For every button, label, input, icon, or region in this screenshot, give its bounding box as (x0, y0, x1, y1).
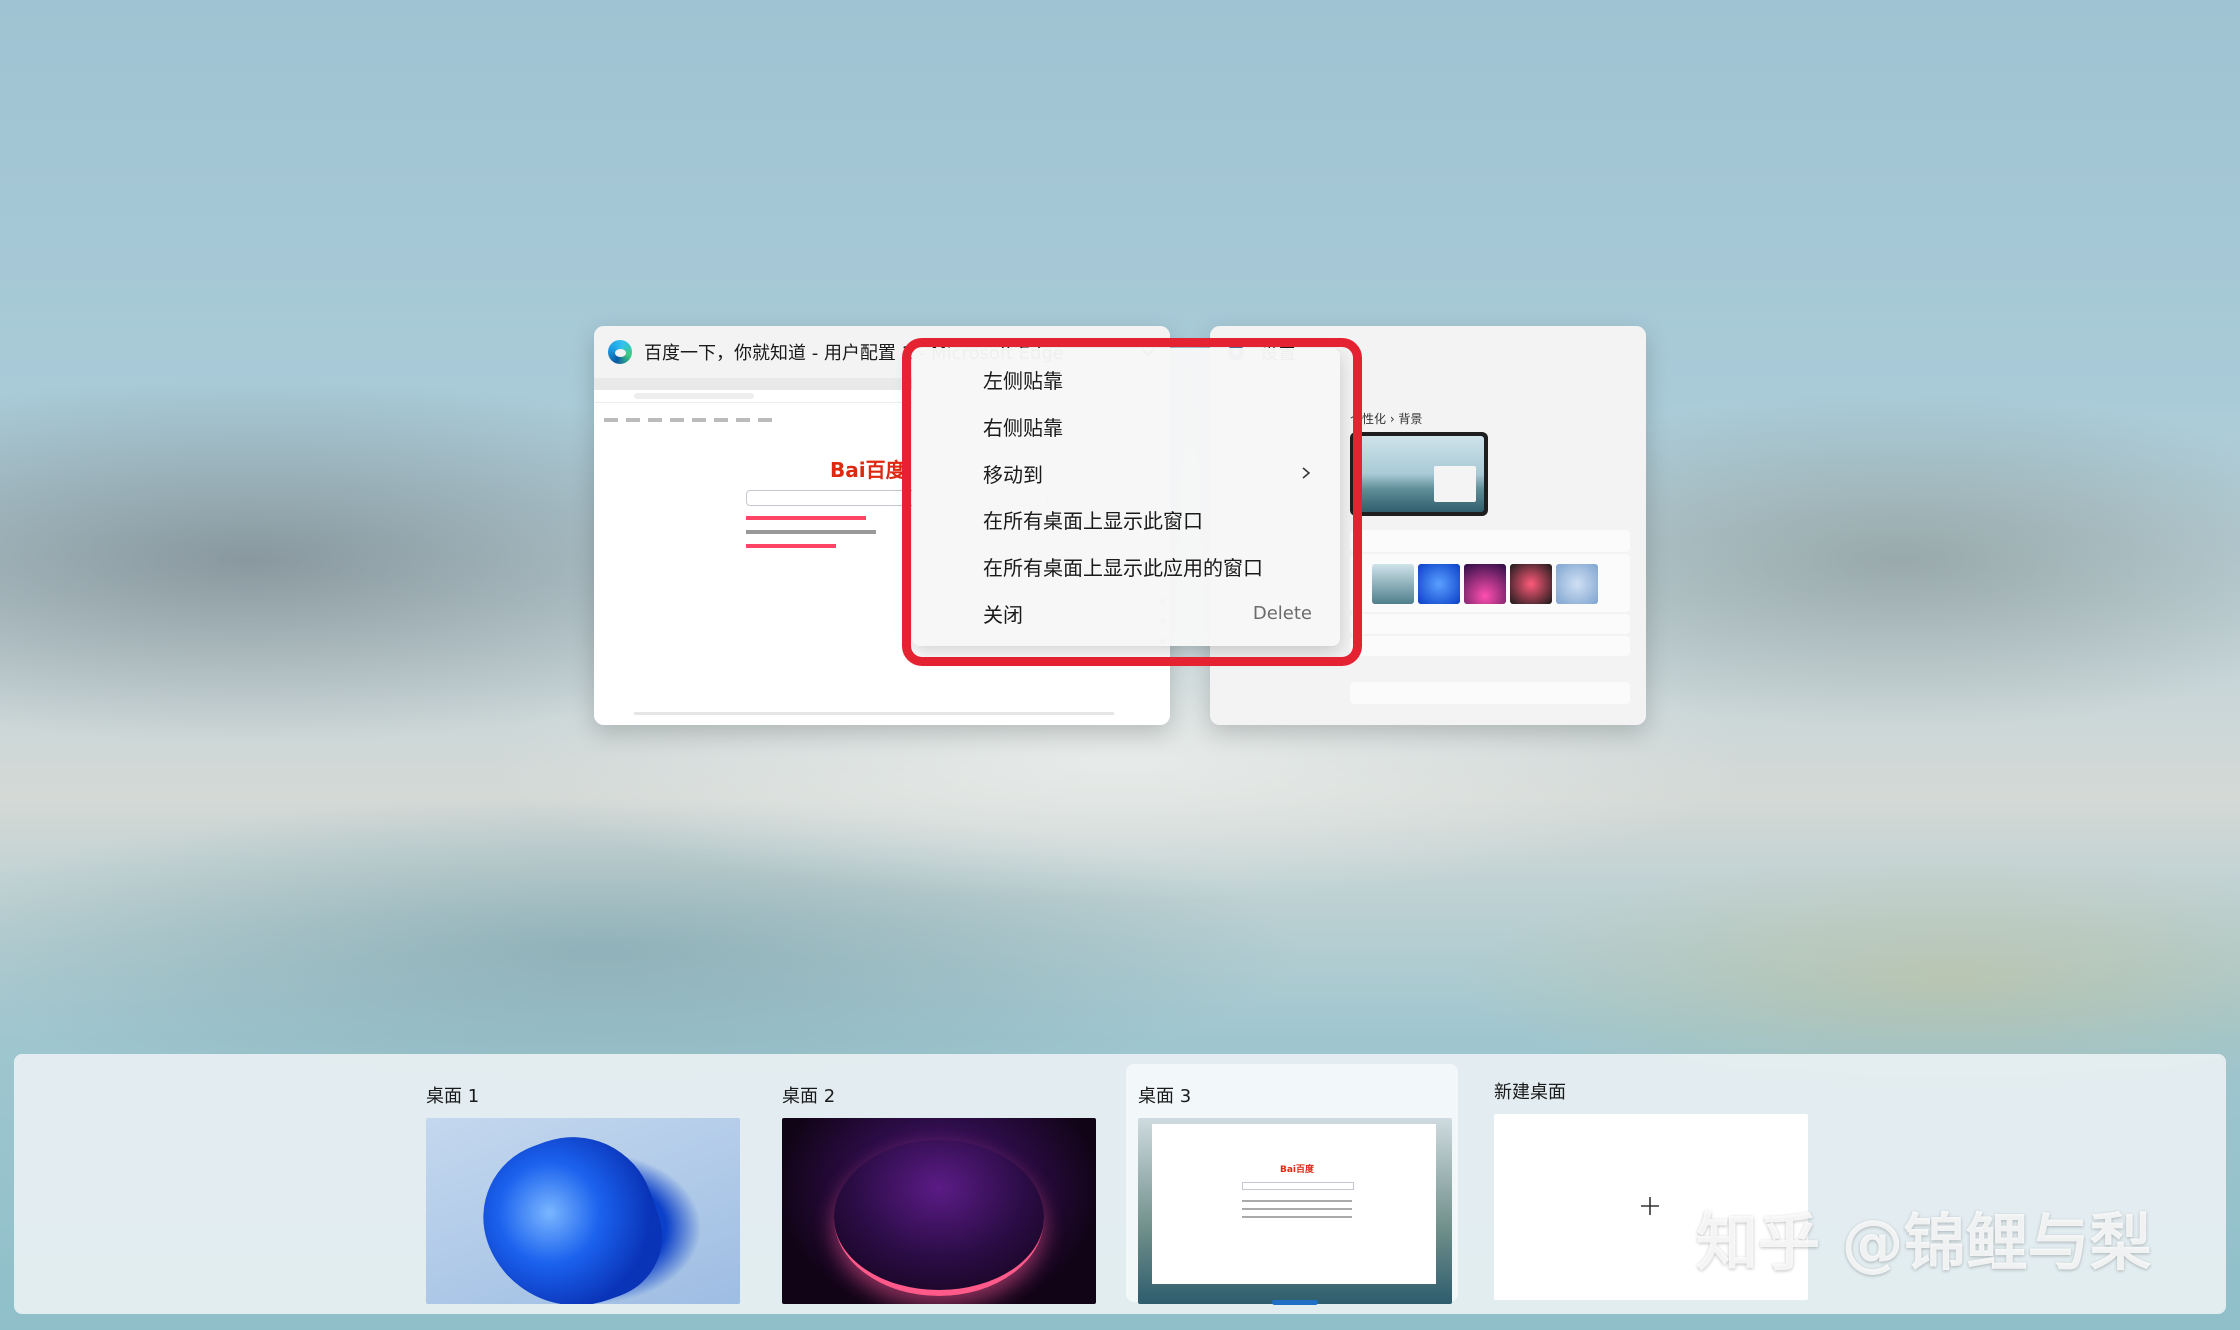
desktop-3[interactable]: 桌面 3 Bai百度 (1126, 1064, 1458, 1304)
baidu-top-links (604, 418, 772, 422)
mini-baidu-logo: Bai百度 (1280, 1165, 1315, 1175)
background-preview (1350, 432, 1488, 516)
baidu-hot-list (746, 516, 876, 558)
active-desktop-indicator (1272, 1300, 1318, 1305)
desktop-label: 桌面 1 (426, 1086, 480, 1107)
baidu-footer (634, 712, 1114, 715)
settings-row (1350, 530, 1630, 552)
settings-row (1350, 682, 1630, 704)
edge-browser-icon (608, 340, 632, 364)
watermark: 知乎 @锦鲤与梨 (1696, 1206, 2152, 1279)
desktop-1[interactable]: 桌面 1 (414, 1064, 746, 1304)
desktop-1-thumbnail[interactable] (426, 1118, 740, 1304)
baidu-logo: Bai百度 (830, 458, 906, 482)
desktop-2-thumbnail[interactable] (782, 1118, 1096, 1304)
settings-row (1350, 614, 1630, 634)
red-highlight-annotation (902, 338, 1362, 666)
desktop-label: 桌面 2 (782, 1086, 836, 1107)
settings-row (1350, 636, 1630, 656)
recent-images (1372, 564, 1598, 604)
desktop-3-thumbnail[interactable]: Bai百度 (1138, 1118, 1452, 1304)
desktop-label: 桌面 3 (1138, 1086, 1192, 1107)
mini-browser-preview: Bai百度 (1152, 1124, 1436, 1284)
plus-icon (1641, 1197, 1659, 1215)
desktop-label: 新建桌面 (1494, 1082, 1566, 1103)
desktop-2[interactable]: 桌面 2 (770, 1064, 1102, 1304)
